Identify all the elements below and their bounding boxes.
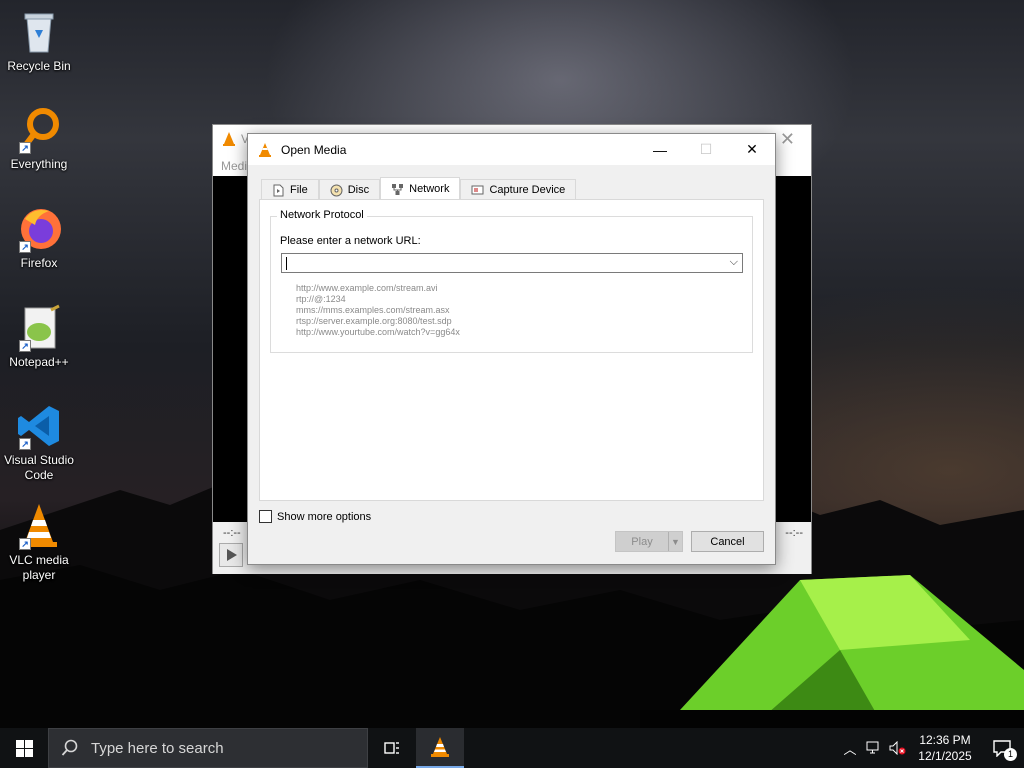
system-tray: ︿ 12:36 PM 12/1/2025 1	[838, 728, 1024, 768]
show-more-options-label: Show more options	[277, 510, 372, 523]
tab-file[interactable]: File	[261, 179, 319, 200]
notification-center-button[interactable]: 1	[980, 739, 1024, 761]
close-button[interactable]: ✕	[729, 134, 775, 165]
task-view-button[interactable]	[368, 728, 416, 768]
show-more-options[interactable]: Show more options	[259, 510, 371, 523]
desktop-icon-label: Visual Studio Code	[4, 453, 74, 482]
text-cursor	[286, 257, 287, 270]
chevron-down-icon[interactable]: ⌵	[730, 256, 738, 269]
everything-search-icon: ↗	[15, 106, 63, 154]
network-status-icon[interactable]	[862, 741, 886, 755]
play-button: Play	[616, 532, 669, 551]
url-example: rtp://@:1234	[296, 294, 346, 304]
vlc-close-button[interactable]: ✕	[780, 129, 795, 150]
task-view-icon	[384, 742, 399, 754]
url-example: http://www.example.com/stream.avi	[296, 283, 438, 293]
minimize-icon: —	[653, 141, 667, 158]
network-monitor-icon	[866, 741, 879, 754]
network-tab-panel: Network Protocol Please enter a network …	[259, 199, 764, 501]
shortcut-arrow-icon: ↗	[19, 538, 31, 550]
clock-time: 12:36 PM	[919, 733, 971, 747]
menu-media[interactable]: Medi	[221, 159, 247, 173]
desktop-icon-everything[interactable]: ↗ Everything	[4, 106, 74, 172]
taskbar-search-box[interactable]: Type here to search	[48, 728, 368, 768]
shortcut-arrow-icon: ↗	[19, 438, 31, 450]
tab-label: Disc	[347, 184, 370, 196]
tab-label: Network	[409, 183, 450, 195]
start-button[interactable]	[0, 728, 48, 768]
tab-network[interactable]: Network	[380, 177, 461, 200]
windows-logo-icon	[15, 739, 33, 757]
desktop-icon-vlc[interactable]: ↗ VLC media player	[4, 502, 74, 583]
chevron-up-icon[interactable]: ︿	[838, 739, 862, 758]
vscode-icon: ↗	[15, 402, 63, 450]
play-split-button: Play ▼	[615, 531, 683, 552]
shortcut-arrow-icon: ↗	[19, 241, 31, 253]
desktop-icon-label: Notepad++	[9, 355, 69, 369]
shortcut-arrow-icon: ↗	[19, 340, 31, 352]
maximize-icon: ☐	[699, 141, 713, 157]
network-icon	[392, 183, 404, 195]
clock[interactable]: 12:36 PM 12/1/2025	[910, 732, 980, 764]
play-dropdown-arrow-icon: ▼	[671, 536, 680, 547]
tab-disc[interactable]: Disc	[318, 179, 381, 200]
volume-muted-icon[interactable]	[886, 741, 910, 755]
cancel-button[interactable]: Cancel	[691, 531, 764, 552]
desktop-icon-recycle-bin[interactable]: Recycle Bin	[4, 8, 74, 74]
url-example: http://www.yourtube.com/watch?v=gg64x	[296, 327, 460, 337]
search-icon	[61, 739, 78, 756]
notification-count-badge: 1	[1004, 748, 1017, 761]
vlc-icon: ↗	[15, 502, 63, 550]
dialog-titlebar[interactable]: Open Media — ☐ ✕	[248, 134, 775, 165]
tab-capture-device[interactable]: Capture Device	[460, 179, 577, 200]
desktop-icon-label: Everything	[10, 157, 68, 171]
disc-icon	[330, 184, 343, 196]
open-media-dialog[interactable]: Open Media — ☐ ✕ File Disc Network Captu…	[247, 133, 776, 565]
play-icon	[227, 549, 237, 561]
speaker-muted-icon	[889, 741, 906, 755]
taskbar-vlc-button[interactable]	[416, 728, 464, 768]
tab-label: File	[290, 184, 308, 196]
elapsed-time: --:--	[223, 527, 241, 539]
search-placeholder: Type here to search	[91, 739, 224, 757]
vlc-icon	[431, 737, 449, 757]
group-label: Network Protocol	[277, 209, 367, 221]
url-example: rtsp://server.example.org:8080/test.sdp	[296, 316, 452, 326]
desktop-icon-label: Firefox	[20, 256, 58, 270]
url-label: Please enter a network URL:	[280, 235, 421, 247]
tent-illustration	[640, 575, 1024, 730]
dialog-title: Open Media	[281, 142, 347, 157]
url-example: mms://mms.examples.com/stream.asx	[296, 305, 450, 315]
capture-device-icon	[471, 185, 484, 194]
clock-date: 12/1/2025	[918, 749, 972, 763]
desktop-icon-label: VLC media player	[9, 553, 69, 582]
close-icon: ✕	[746, 141, 758, 157]
total-time: --:--	[785, 527, 803, 539]
firefox-icon: ↗	[15, 205, 63, 253]
network-url-combobox[interactable]: ⌵	[281, 253, 743, 273]
maximize-button: ☐	[683, 134, 729, 165]
recycle-bin-icon	[15, 8, 63, 56]
desktop-icon-firefox[interactable]: ↗ Firefox	[4, 205, 74, 271]
desktop-icon-label: Recycle Bin	[7, 59, 71, 73]
notepadpp-icon: ↗	[15, 304, 63, 352]
file-icon	[273, 184, 284, 196]
desktop-icon-notepadpp[interactable]: ↗ Notepad++	[4, 304, 74, 370]
url-examples: http://www.example.com/stream.avi rtp://…	[296, 283, 460, 338]
tab-label: Capture Device	[489, 184, 566, 196]
minimize-button[interactable]: —	[637, 134, 683, 165]
tab-bar: File Disc Network Capture Device	[261, 177, 577, 200]
show-more-options-checkbox[interactable]	[259, 510, 272, 523]
network-protocol-group: Network Protocol Please enter a network …	[270, 209, 753, 353]
vlc-icon	[223, 132, 235, 146]
network-url-input[interactable]	[288, 255, 718, 271]
taskbar: Type here to search ︿ 12:36 PM 12/1/2025…	[0, 728, 1024, 768]
vlc-icon	[259, 142, 271, 157]
desktop-icon-vscode[interactable]: ↗ Visual Studio Code	[4, 402, 74, 483]
shortcut-arrow-icon: ↗	[19, 142, 31, 154]
vlc-play-button[interactable]	[219, 543, 243, 567]
